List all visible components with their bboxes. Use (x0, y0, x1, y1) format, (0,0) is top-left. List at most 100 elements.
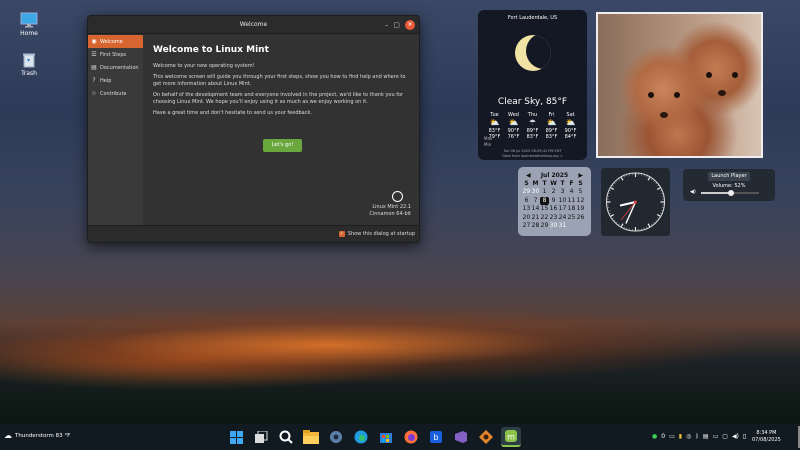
version-label: Linux Mint 22.1 (372, 204, 411, 210)
desktop-icon-home[interactable]: Home (9, 12, 49, 37)
welcome-paragraph: This welcome screen will guide you throu… (153, 74, 406, 87)
network-icon[interactable]: ▤ (703, 433, 709, 440)
volume-icon[interactable]: ◀) (732, 433, 739, 440)
whatsapp-icon[interactable]: ● (652, 433, 657, 440)
photo-frame (596, 12, 763, 158)
calendar-grid: S M T W T F S 29 30 1 2 3 4 5 6 7 8 9 10 11 12 13 14 15 16 17 18 19… (518, 180, 591, 230)
mint-icon[interactable]: m (501, 427, 521, 447)
taskbar-date: 07/08/2025 (752, 437, 781, 443)
calendar-month: Jul 2025 (540, 172, 569, 179)
svg-text:b: b (433, 433, 438, 442)
firefox-icon[interactable] (401, 427, 421, 447)
list-icon: ☰ (91, 51, 97, 58)
desktop-icon-trash[interactable]: Trash (9, 52, 49, 77)
prev-month-icon[interactable]: ◀ (526, 172, 531, 179)
calendar-day[interactable]: 12 (576, 197, 585, 205)
calendar-day[interactable]: 11 (567, 197, 576, 205)
sidebar-item-documentation[interactable]: ▤ Documentation (88, 61, 143, 74)
taskbar-weather[interactable]: ☁ Thunderstorm 83 °F (4, 431, 70, 440)
lets-go-button[interactable]: Let's go! (263, 139, 302, 152)
sun-cloud-icon: ⛅ (489, 118, 500, 127)
sidebar-item-welcome[interactable]: ◉ Welcome (88, 35, 143, 48)
monitor-tray-icon[interactable]: ▢ (722, 433, 728, 440)
star-icon: ☆ (91, 90, 97, 97)
calendar-day[interactable]: 4 (567, 188, 576, 196)
trash-icon (20, 52, 38, 68)
welcome-paragraph: On behalf of the development team and ev… (153, 92, 404, 105)
windows-icon[interactable] (226, 427, 246, 447)
calendar-day[interactable]: 3 (558, 188, 567, 196)
calendar-desklet: ◀ Jul 2025 ▶ S M T W T F S 29 30 1 2 3 4 5 6 7 8 9 10 11 12 1… (518, 167, 591, 236)
startup-checkbox[interactable]: ✓ Show this dialog at startup (338, 231, 415, 237)
next-month-icon[interactable]: ▶ (578, 172, 583, 179)
visual-studio-icon[interactable] (451, 427, 471, 447)
minimize-icon[interactable]: – (385, 20, 389, 30)
window-titlebar[interactable]: Welcome – ▢ ✕ (88, 16, 419, 34)
volume-slider[interactable] (701, 190, 759, 196)
edge-icon[interactable] (351, 427, 371, 447)
app-icon[interactable] (476, 427, 496, 447)
calendar-day[interactable]: 27 (522, 222, 531, 230)
calendar-day[interactable]: 7 (531, 197, 540, 205)
launch-player-button[interactable]: Launch Player (708, 172, 750, 181)
calendar-day[interactable]: 1 (540, 188, 549, 196)
sidebar-item-contribute[interactable]: ☆ Contribute (88, 87, 143, 100)
calendar-day[interactable]: 8 (540, 196, 549, 206)
file-explorer-icon[interactable] (301, 427, 321, 447)
weather-source[interactable]: Data from openweathermap.org ↗ (478, 154, 587, 159)
battery-icon[interactable]: ▭ (713, 433, 719, 440)
welcome-content: Welcome to Linux Mint Welcome to your ne… (143, 35, 419, 227)
task-view-icon[interactable] (251, 427, 271, 447)
sidebar-item-first-steps[interactable]: ☰ First Steps (88, 48, 143, 61)
bitwarden-icon[interactable]: b (426, 427, 446, 447)
weekday-header: T (542, 180, 547, 187)
battery-status-icon[interactable]: ▯ (743, 433, 746, 440)
settings-icon[interactable] (326, 427, 346, 447)
volume-slider-handle[interactable] (728, 190, 735, 196)
forecast-day: Thu ☂ 89°F 83°F (525, 112, 540, 140)
calendar-day[interactable]: 5 (576, 188, 585, 196)
eye-icon[interactable]: ◎ (686, 433, 691, 440)
sidebar-item-help[interactable]: ? Help (88, 74, 143, 87)
calendar-day[interactable]: 28 (531, 222, 540, 230)
calendar-day[interactable]: 15 (540, 205, 549, 213)
calendar-day[interactable]: 18 (567, 205, 576, 213)
calendar-day[interactable]: 22 (540, 214, 549, 222)
calendar-day[interactable]: 19 (576, 205, 585, 213)
briefcase-icon[interactable]: ▭ (669, 433, 675, 440)
mint-logo-icon (392, 191, 403, 202)
calendar-day[interactable]: 10 (558, 197, 567, 205)
desktop-icon-label: Trash (21, 70, 37, 77)
calendar-day[interactable]: 29 (522, 188, 531, 196)
calendar-day[interactable]: 14 (531, 205, 540, 213)
calendar-day[interactable]: 6 (522, 197, 531, 205)
calendar-day[interactable]: 17 (558, 205, 567, 213)
store-icon[interactable] (376, 427, 396, 447)
taskbar-time: 8:34 PM (756, 430, 777, 436)
speaker-icon: ◀) (690, 189, 696, 195)
calendar-day[interactable]: 13 (522, 205, 531, 213)
calendar-day[interactable]: 9 (549, 197, 558, 205)
calendar-day[interactable]: 30 (549, 222, 558, 230)
weekday-header: S (524, 180, 529, 187)
calendar-day[interactable]: 29 (540, 222, 549, 230)
calendar-day[interactable]: 30 (531, 188, 540, 196)
search-icon[interactable] (276, 427, 296, 447)
calendar-day[interactable]: 24 (558, 214, 567, 222)
forecast-min: 76°F (507, 134, 520, 140)
calendar-day[interactable]: 2 (549, 188, 558, 196)
taskbar-clock[interactable]: 8:34 PM 07/08/2025 (752, 430, 781, 444)
calendar-day[interactable]: 26 (576, 214, 585, 222)
calendar-day[interactable]: 20 (522, 214, 531, 222)
calendar-day[interactable]: 25 (567, 214, 576, 222)
close-icon[interactable]: ✕ (405, 20, 415, 30)
calendar-day[interactable]: 21 (531, 214, 540, 222)
weather-desklet: Fort Lauderdale, US Clear Sky, 85°F Tue ⛅… (478, 10, 587, 160)
bluetooth-icon[interactable]: ᛒ (695, 433, 699, 440)
calendar-day[interactable]: 23 (549, 214, 558, 222)
calendar-day[interactable]: 16 (549, 205, 558, 213)
calendar-day[interactable]: 31 (558, 222, 567, 230)
taskbar: ☁ Thunderstorm 83 °F b m ● 0 ▭ ▮ ◎ ᛒ ▤ ▭… (0, 424, 800, 450)
maximize-icon[interactable]: ▢ (393, 20, 400, 30)
yellow-app-icon[interactable]: ▮ (679, 433, 682, 440)
